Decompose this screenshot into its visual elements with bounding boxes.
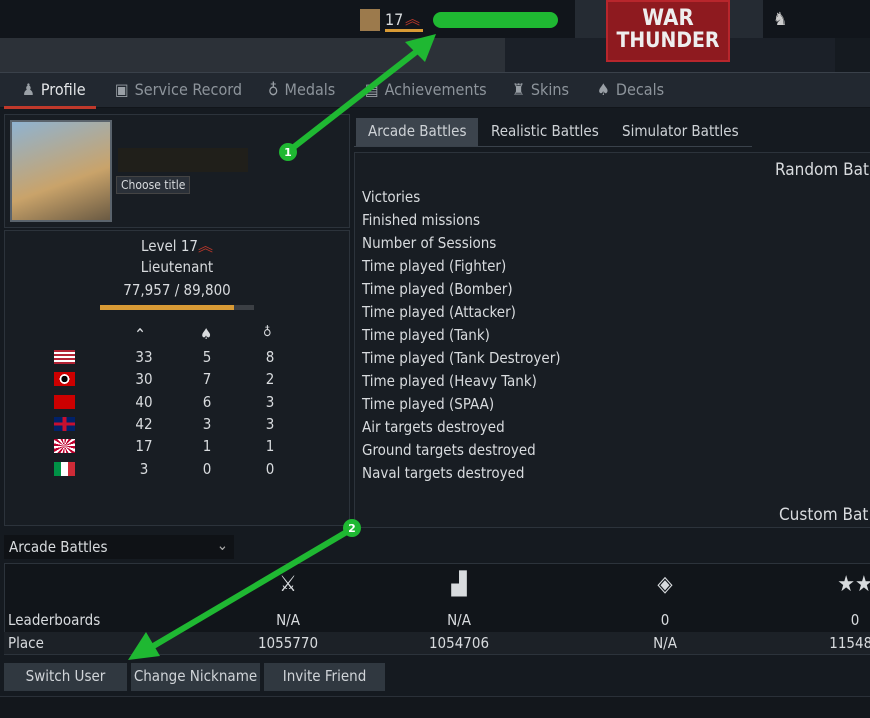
annotation-layer: 1 2 — [128, 34, 436, 660]
annotation-arrow-1 — [288, 42, 427, 153]
annotation-arrow-2 — [148, 527, 352, 651]
annotation-label-1: 1 — [284, 146, 292, 159]
annotation-label-2: 2 — [348, 522, 356, 535]
